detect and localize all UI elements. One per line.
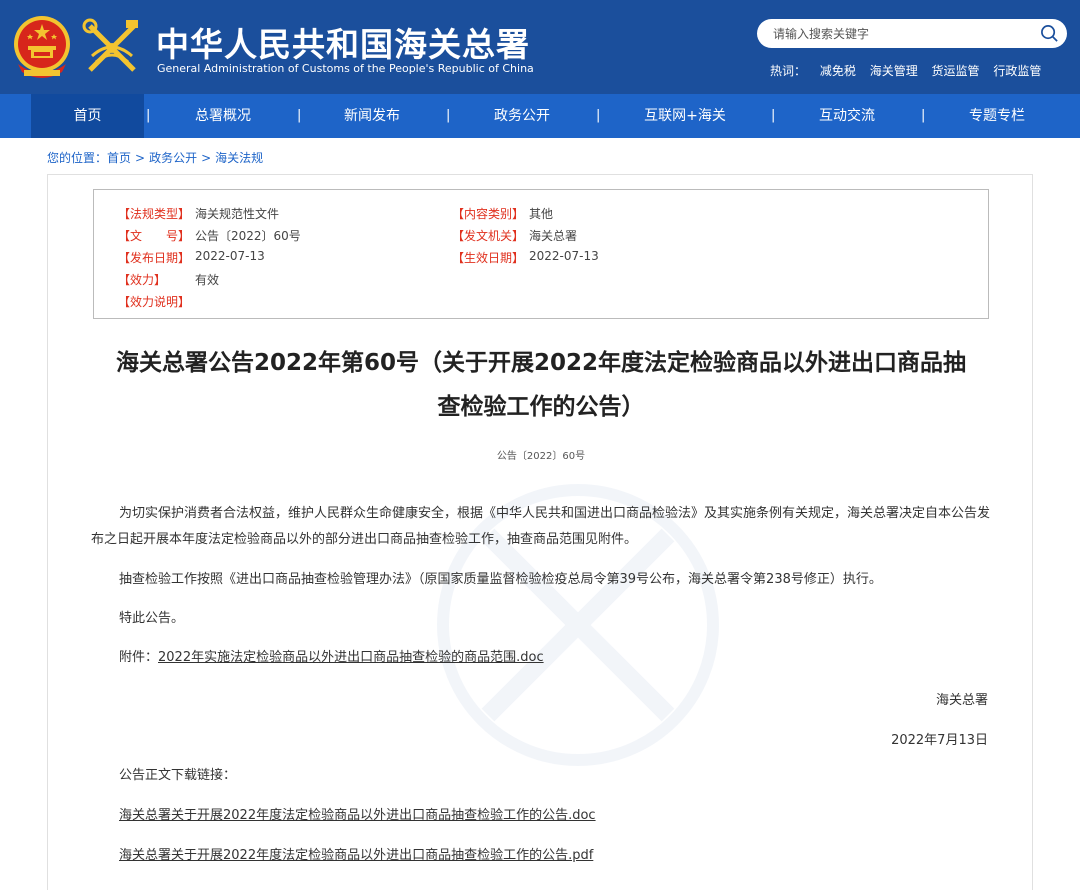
hot-word-link[interactable]: 行政监管 <box>993 64 1041 78</box>
nav-item-overview[interactable]: 总署概况 <box>173 94 273 138</box>
site-title: 中华人民共和国海关总署 <box>156 25 530 64</box>
meta-label: 【内容类别】 <box>452 207 525 221</box>
nav-item-internet-customs[interactable]: 互联网+海关 <box>625 94 745 138</box>
download-line: 海关总署关于开展2022年度法定检验商品以外进出口商品抽查检验工作的公告.doc <box>91 803 991 829</box>
meta-label: 【发布日期】 <box>118 251 191 265</box>
breadcrumb-customs-law[interactable]: 海关法规 <box>215 151 263 165</box>
meta-doc-no: 【文 号】 <box>118 227 190 244</box>
document-number: 公告〔2022〕60号 <box>496 451 586 462</box>
nav-item-interaction[interactable]: 互动交流 <box>797 94 897 138</box>
site-subtitle: General Administration of Customs of the… <box>157 62 534 75</box>
download-pdf-link[interactable]: 海关总署关于开展2022年度法定检验商品以外进出口商品抽查检验工作的公告.pdf <box>119 848 593 863</box>
breadcrumb-separator: > <box>201 151 212 165</box>
meta-label: 【效力说明】 <box>118 295 191 309</box>
hot-word-link[interactable]: 减免税 <box>820 64 856 78</box>
download-label: 公告正文下载链接： <box>119 768 237 783</box>
customs-logo-icon <box>82 18 138 72</box>
meta-effective-date: 【生效日期】 <box>452 249 524 266</box>
attachment-line: 附件：2022年实施法定检验商品以外进出口商品抽查检验的商品范围.doc <box>91 645 991 671</box>
hot-word-link[interactable]: 海关管理 <box>870 64 918 78</box>
meta-value: 2022-07-13 <box>529 249 599 263</box>
meta-label: 【生效日期】 <box>452 251 525 265</box>
document-title: 海关总署公告2022年第60号（关于开展2022年度法定检验商品以外进出口商品抽… <box>93 341 989 429</box>
search-icon[interactable] <box>1040 24 1059 43</box>
meta-value: 公告〔2022〕60号 <box>195 229 301 243</box>
meta-value: 海关总署 <box>529 229 578 243</box>
document-title-line: 海关总署公告2022年第60号（关于开展2022年度法定检验商品以外进出口商品抽 <box>115 350 967 376</box>
breadcrumb-public-affairs[interactable]: 政务公开 <box>149 151 197 165</box>
document-paragraph: 特此公告。 <box>119 611 185 626</box>
content-frame: 【法规类型】 海关规范性文件 【内容类别】 其他 【文 号】 公告〔2022〕6… <box>47 174 1033 890</box>
attachment-link[interactable]: 2022年实施法定检验商品以外进出口商品抽查检验的商品范围.doc <box>158 650 544 665</box>
document-metadata-box: 【法规类型】 海关规范性文件 【内容类别】 其他 【文 号】 公告〔2022〕6… <box>93 189 989 319</box>
nav-item-public-affairs[interactable]: 政务公开 <box>472 94 572 138</box>
document-title-line: 查检验工作的公告） <box>437 394 645 420</box>
meta-label: 【效力】 <box>118 273 167 287</box>
nav-item-home[interactable]: 首页 <box>31 94 144 138</box>
breadcrumb-home[interactable]: 首页 <box>107 151 131 165</box>
search-input[interactable] <box>773 23 1023 44</box>
meta-value: 有效 <box>195 273 220 287</box>
meta-label: 【法规类型】 <box>118 207 191 221</box>
search-box <box>757 19 1067 48</box>
meta-value: 海关规范性文件 <box>195 207 280 221</box>
hot-words: 热词： 减免税 海关管理 货运监管 行政监管 <box>770 62 1051 79</box>
document-paragraph: 为切实保护消费者合法权益，维护人民群众生命健康安全，根据《中华人民共和国进出口商… <box>91 506 991 547</box>
meta-value: 其他 <box>529 207 554 221</box>
nav-separator: | <box>921 108 926 123</box>
attachment-label: 附件： <box>119 650 159 665</box>
meta-label: 【发文机关】 <box>452 229 525 243</box>
site-header: 中华人民共和国海关总署 General Administration of Cu… <box>0 0 1080 94</box>
nav-separator: | <box>297 108 302 123</box>
meta-publish-date: 【发布日期】 <box>118 249 190 266</box>
breadcrumb-separator: > <box>135 151 146 165</box>
nav-item-special-topics[interactable]: 专题专栏 <box>947 94 1047 138</box>
document-signature: 海关总署 <box>935 693 988 708</box>
hot-words-label: 热词： <box>770 64 807 78</box>
meta-validity: 【效力】 <box>118 271 166 288</box>
document-paragraph: 抽查检验工作按照《进出口商品抽查检验管理办法》（原国家质量监督检验检疫总局令第3… <box>119 572 882 587</box>
main-nav: 首页 | 总署概况 | 新闻发布 | 政务公开 | 互联网+海关 | 互动交流 … <box>0 94 1080 138</box>
nav-separator: | <box>771 108 776 123</box>
nav-separator: | <box>446 108 451 123</box>
national-emblem-icon <box>14 16 70 78</box>
nav-item-news[interactable]: 新闻发布 <box>322 94 422 138</box>
breadcrumb-prefix: 您的位置： <box>47 151 108 165</box>
meta-label: 【文 号】 <box>118 229 191 243</box>
download-line: 海关总署关于开展2022年度法定检验商品以外进出口商品抽查检验工作的公告.pdf <box>91 843 991 869</box>
hot-word-link[interactable]: 货运监管 <box>932 64 980 78</box>
breadcrumb: 您的位置：首页 > 政务公开 > 海关法规 <box>47 149 263 166</box>
download-doc-link[interactable]: 海关总署关于开展2022年度法定检验商品以外进出口商品抽查检验工作的公告.doc <box>119 808 596 823</box>
nav-separator: | <box>146 108 151 123</box>
meta-law-type: 【法规类型】 <box>118 205 190 222</box>
meta-content-category: 【内容类别】 <box>452 205 524 222</box>
document-date: 2022年7月13日 <box>891 733 988 748</box>
nav-separator: | <box>596 108 601 123</box>
meta-value: 2022-07-13 <box>195 249 265 263</box>
meta-validity-note: 【效力说明】 <box>118 293 190 310</box>
meta-issuer: 【发文机关】 <box>452 227 524 244</box>
